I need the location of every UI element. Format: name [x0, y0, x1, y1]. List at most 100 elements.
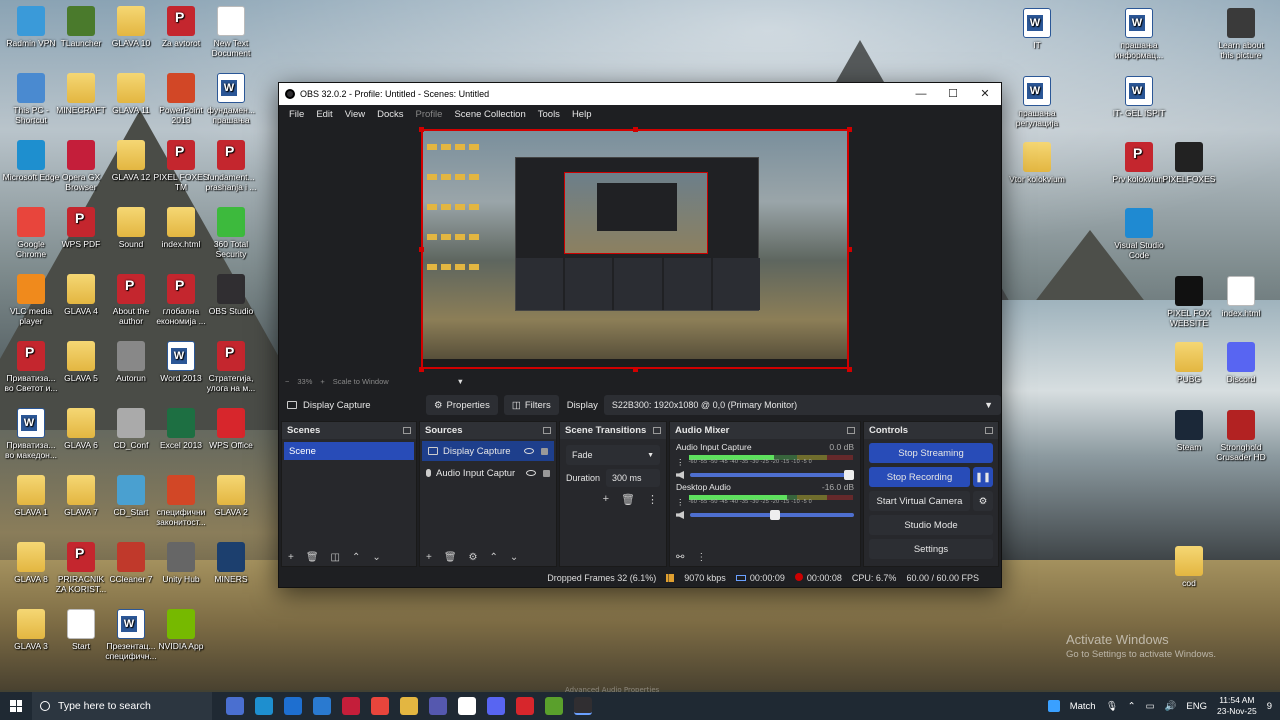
- more-icon[interactable]: ⋮: [647, 493, 658, 506]
- stop-streaming-button[interactable]: Stop Streaming: [869, 443, 993, 463]
- duration-input[interactable]: 300 ms: [606, 469, 660, 487]
- menu-edit[interactable]: Edit: [310, 109, 338, 120]
- scene-item[interactable]: Scene: [284, 442, 414, 460]
- eye-icon[interactable]: [524, 447, 534, 454]
- desktop-icon[interactable]: fundament... prashanja i ...: [202, 140, 260, 192]
- start-button[interactable]: [0, 692, 32, 720]
- start-virtual-camera-button[interactable]: Start Virtual Camera: [869, 491, 970, 511]
- move-down-icon[interactable]: ⌄: [372, 552, 380, 563]
- menu-view[interactable]: View: [339, 109, 371, 120]
- display-select[interactable]: S22B300: 1920x1080 @ 0,0 (Primary Monito…: [603, 395, 1001, 415]
- clock[interactable]: 11:54 AM 23-Nov-25: [1217, 695, 1257, 717]
- desktop-icon[interactable]: Vtor kolokvium: [1008, 142, 1066, 184]
- add-transition-icon[interactable]: +: [603, 493, 609, 506]
- close-button[interactable]: ✕: [969, 83, 1001, 105]
- taskbar-discord-icon[interactable]: [487, 697, 505, 715]
- link-icon[interactable]: ⚯: [676, 552, 684, 563]
- slider-knob[interactable]: [770, 510, 781, 520]
- menu-help[interactable]: Help: [566, 109, 598, 120]
- taskbar-opera-icon[interactable]: [342, 697, 360, 715]
- taskbar-store-icon[interactable]: [313, 697, 331, 715]
- lock-icon[interactable]: [541, 447, 548, 455]
- menu-tools[interactable]: Tools: [532, 109, 566, 120]
- filters-button[interactable]: ◫ Filters: [503, 395, 559, 415]
- notification-badge[interactable]: 9: [1267, 701, 1272, 712]
- properties-button[interactable]: ⚙ Properties: [426, 395, 498, 415]
- pause-recording-button[interactable]: ❚❚: [973, 467, 993, 487]
- zoom-out-button[interactable]: −: [285, 377, 289, 386]
- resize-handle[interactable]: [419, 247, 424, 252]
- zoom-in-button[interactable]: +: [320, 377, 324, 386]
- scale-mode[interactable]: Scale to Window: [333, 377, 389, 386]
- trash-icon[interactable]: 🗑: [621, 493, 635, 506]
- menu-profile[interactable]: Profile: [410, 109, 449, 120]
- desktop-icon[interactable]: Learn about this picture: [1212, 8, 1270, 60]
- resize-handle[interactable]: [419, 367, 424, 372]
- obs-window[interactable]: OBS 32.0.2 - Profile: Untitled - Scenes:…: [278, 82, 1002, 588]
- language[interactable]: ENG: [1186, 701, 1207, 712]
- taskbar-search[interactable]: Type here to search: [32, 692, 212, 720]
- desktop-icon[interactable]: IT: [1008, 8, 1066, 50]
- resize-handle[interactable]: [847, 127, 852, 132]
- filter-icon[interactable]: ◫: [331, 552, 340, 563]
- preview-area[interactable]: [279, 123, 1001, 373]
- popout-icon[interactable]: [403, 427, 411, 434]
- stop-recording-button[interactable]: Stop Recording: [869, 467, 970, 487]
- taskbar-teams-icon[interactable]: [429, 697, 447, 715]
- eye-icon[interactable]: [526, 469, 536, 476]
- popout-icon[interactable]: [653, 427, 661, 434]
- more-icon[interactable]: ⋮: [696, 552, 706, 563]
- weather-icon[interactable]: [1047, 700, 1060, 712]
- slider-knob[interactable]: [844, 470, 854, 480]
- trash-icon[interactable]: 🗑: [306, 552, 319, 563]
- taskbar-wps-icon[interactable]: [516, 697, 534, 715]
- add-scene-icon[interactable]: +: [288, 552, 294, 563]
- speaker-icon[interactable]: [676, 471, 684, 479]
- desktop-icon[interactable]: OBS Studio: [202, 274, 260, 316]
- desktop-icon[interactable]: WPS Office: [202, 408, 260, 450]
- menu-scene-collection[interactable]: Scene Collection: [448, 109, 531, 120]
- desktop-icon[interactable]: PUBG: [1160, 342, 1218, 384]
- transition-select[interactable]: Fade ▼: [566, 445, 660, 465]
- source-item-audio-input[interactable]: Audio Input Captur: [420, 463, 556, 483]
- taskbar-notepad-icon[interactable]: [458, 697, 476, 715]
- taskbar-explorer-icon[interactable]: [400, 697, 418, 715]
- desktop-icon[interactable]: PIXELFOXES: [1160, 142, 1218, 184]
- desktop-icon[interactable]: Discord: [1212, 342, 1270, 384]
- title-bar[interactable]: OBS 32.0.2 - Profile: Untitled - Scenes:…: [279, 83, 1001, 105]
- scale-dropdown-icon[interactable]: ▼: [457, 377, 464, 386]
- desktop-icon[interactable]: прашања информац...: [1110, 8, 1168, 60]
- more-icon[interactable]: ⋮: [676, 497, 685, 508]
- resize-handle[interactable]: [633, 367, 638, 372]
- taskbar-task-view-icon[interactable]: [226, 697, 244, 715]
- popout-icon[interactable]: [847, 427, 855, 434]
- desktop-icon[interactable]: GLAVA 2: [202, 475, 260, 517]
- virtual-camera-settings-button[interactable]: ⚙: [973, 491, 993, 511]
- move-down-icon[interactable]: ⌄: [510, 552, 518, 563]
- desktop-icon[interactable]: Steam: [1160, 410, 1218, 452]
- desktop-icon[interactable]: cod: [1160, 546, 1218, 588]
- more-icon[interactable]: ⋮: [676, 457, 685, 468]
- menu-docks[interactable]: Docks: [371, 109, 409, 120]
- move-up-icon[interactable]: ⌃: [352, 552, 360, 563]
- volume-slider[interactable]: [690, 510, 854, 520]
- gear-icon[interactable]: ⚙: [469, 552, 478, 563]
- resize-handle[interactable]: [847, 247, 852, 252]
- taskbar-outlook-icon[interactable]: [284, 697, 302, 715]
- desktop-icon[interactable]: Стратегија, улога на м...: [202, 341, 260, 393]
- resize-handle[interactable]: [633, 127, 638, 132]
- taskbar-minecraft-icon[interactable]: [545, 697, 563, 715]
- desktop-icon[interactable]: IT- GEL ISPIT: [1110, 76, 1168, 118]
- desktop-icon[interactable]: MINERS: [202, 542, 260, 584]
- volume-slider[interactable]: [690, 470, 854, 480]
- popout-icon[interactable]: [543, 427, 551, 434]
- desktop-icon[interactable]: прашања регулација: [1008, 76, 1066, 128]
- weather-label[interactable]: Match: [1070, 701, 1096, 712]
- desktop-icon[interactable]: Visual Studio Code: [1110, 208, 1168, 260]
- volume-icon[interactable]: 🔊: [1165, 701, 1177, 712]
- desktop-icon[interactable]: index.html: [1212, 276, 1270, 318]
- minimize-button[interactable]: —: [905, 83, 937, 105]
- maximize-button[interactable]: ☐: [937, 83, 969, 105]
- desktop-icon[interactable]: PIXEL FOX WEBSITE: [1160, 276, 1218, 328]
- resize-handle[interactable]: [419, 127, 424, 132]
